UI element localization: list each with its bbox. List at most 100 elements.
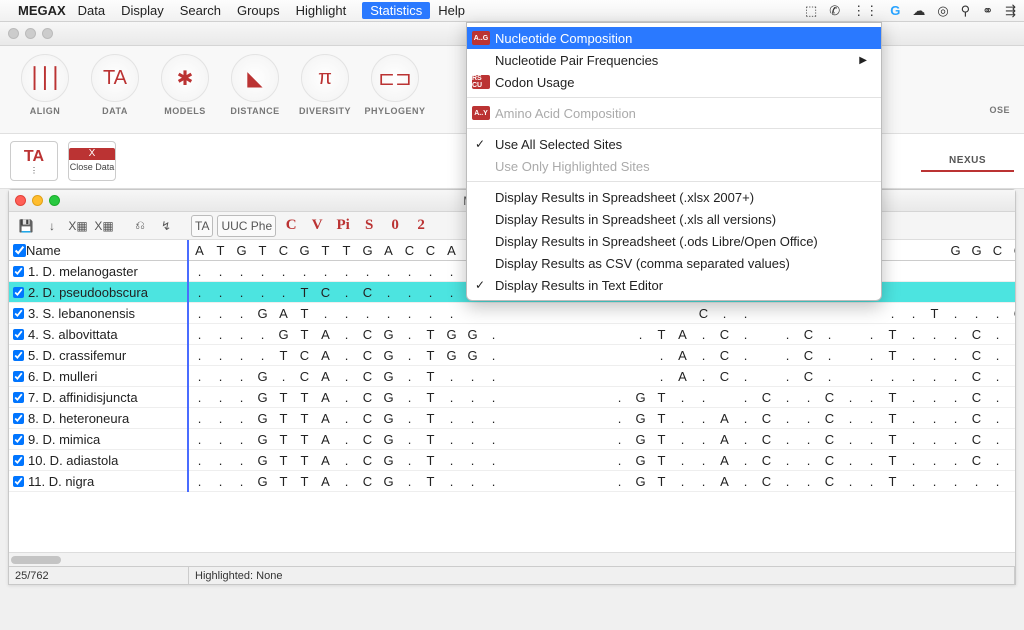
seq-toolbar-btn[interactable]: X▦: [67, 215, 89, 237]
seq-cell[interactable]: .: [336, 369, 357, 384]
menu-item[interactable]: Display Results in Spreadsheet (.xlsx 20…: [467, 186, 881, 208]
menu-item[interactable]: ✓Use All Selected Sites: [467, 133, 881, 155]
menu-data[interactable]: Data: [78, 3, 105, 18]
seq-cell[interactable]: G: [462, 348, 483, 363]
seq-toolbar-btn[interactable]: X▦: [93, 215, 115, 237]
seq-cell[interactable]: .: [336, 327, 357, 342]
seq-cell[interactable]: A: [315, 369, 336, 384]
seq-toolbar-btn[interactable]: 💾: [15, 215, 37, 237]
seq-cell[interactable]: T: [651, 453, 672, 468]
seq-cell[interactable]: T: [336, 243, 357, 258]
seq-cell[interactable]: G: [378, 474, 399, 489]
seq-cell[interactable]: .: [945, 369, 966, 384]
ta-pill-button[interactable]: TA ⋮: [10, 141, 58, 181]
taxon-checkbox[interactable]: [13, 308, 24, 319]
seq-cell[interactable]: A: [315, 327, 336, 342]
tool-diversity[interactable]: πDIVERSITY: [290, 54, 360, 116]
seq-cell[interactable]: C: [756, 432, 777, 447]
taxon-row[interactable]: 1. D. melanogaster: [9, 261, 187, 282]
seq-cell[interactable]: .: [210, 369, 231, 384]
seq-cell[interactable]: .: [483, 348, 504, 363]
scrollbar-thumb[interactable]: [11, 556, 61, 564]
seq-cell[interactable]: .: [189, 306, 210, 321]
seq-cell[interactable]: T: [420, 432, 441, 447]
seq-cell[interactable]: C: [819, 432, 840, 447]
seq-cell[interactable]: .: [399, 264, 420, 279]
seq-cell[interactable]: .: [441, 390, 462, 405]
seq-cell[interactable]: T: [924, 306, 945, 321]
seq-cell[interactable]: A: [672, 327, 693, 342]
seq-cell[interactable]: .: [399, 453, 420, 468]
seq-cell[interactable]: .: [903, 453, 924, 468]
seq-cell[interactable]: C: [966, 390, 987, 405]
seq-cell[interactable]: .: [483, 474, 504, 489]
seq-cell[interactable]: .: [210, 474, 231, 489]
seq-cell[interactable]: G: [273, 327, 294, 342]
seq-cell[interactable]: .: [231, 369, 252, 384]
seq-cell[interactable]: T: [882, 453, 903, 468]
seq-cell[interactable]: A: [714, 411, 735, 426]
seq-cell[interactable]: G: [378, 411, 399, 426]
seq-cell[interactable]: .: [987, 306, 1008, 321]
seq-cell[interactable]: .: [777, 474, 798, 489]
seq-cell[interactable]: T: [420, 327, 441, 342]
seq-cell[interactable]: G: [252, 411, 273, 426]
bars-icon[interactable]: ⋮⋮: [852, 3, 878, 19]
menu-display[interactable]: Display: [121, 3, 164, 18]
seq-cell[interactable]: G: [378, 453, 399, 468]
seq-cell[interactable]: .: [399, 411, 420, 426]
seq-cell[interactable]: T: [420, 411, 441, 426]
taxon-checkbox[interactable]: [13, 371, 24, 382]
seq-cell[interactable]: C: [714, 348, 735, 363]
tool-align[interactable]: ⎮⎮⎮ALIGN: [10, 54, 80, 116]
seq-cell[interactable]: .: [336, 432, 357, 447]
seq-cell[interactable]: .: [1008, 432, 1015, 447]
seq-cell[interactable]: .: [609, 474, 630, 489]
taxon-row[interactable]: 7. D. affinidisjuncta: [9, 387, 187, 408]
seq-cell[interactable]: .: [945, 306, 966, 321]
seq-cell[interactable]: G: [378, 348, 399, 363]
seq-cell[interactable]: T: [882, 432, 903, 447]
seq-cell[interactable]: T: [882, 327, 903, 342]
taxon-checkbox[interactable]: [13, 476, 24, 487]
seq-cell[interactable]: .: [693, 369, 714, 384]
seq-cell[interactable]: G: [252, 390, 273, 405]
horizontal-scrollbar[interactable]: [9, 552, 1015, 566]
seq-cell[interactable]: .: [777, 411, 798, 426]
seq-toolbar-btn[interactable]: 2: [410, 215, 432, 237]
seq-cell[interactable]: .: [189, 411, 210, 426]
seq-cell[interactable]: .: [483, 411, 504, 426]
seq-cell[interactable]: .: [966, 306, 987, 321]
seq-cell[interactable]: .: [609, 411, 630, 426]
seq-cell[interactable]: .: [945, 411, 966, 426]
seq-cell[interactable]: C: [819, 411, 840, 426]
seq-cell[interactable]: T: [882, 348, 903, 363]
menu-item[interactable]: Display Results in Spreadsheet (.ods Lib…: [467, 230, 881, 252]
seq-cell[interactable]: .: [189, 348, 210, 363]
taxon-checkbox[interactable]: [13, 413, 24, 424]
steelseries-icon[interactable]: ◎: [937, 3, 948, 19]
seq-cell[interactable]: T: [294, 285, 315, 300]
seq-cell[interactable]: C: [819, 390, 840, 405]
seq-cell[interactable]: .: [483, 432, 504, 447]
seq-cell[interactable]: C: [966, 348, 987, 363]
tool-phylogeny[interactable]: ⊏⊐PHYLOGENY: [360, 54, 430, 116]
seq-cell[interactable]: .: [399, 369, 420, 384]
seq-cell[interactable]: .: [945, 474, 966, 489]
seq-cell[interactable]: G: [462, 327, 483, 342]
seq-cell[interactable]: .: [798, 474, 819, 489]
seq-cell[interactable]: .: [210, 306, 231, 321]
seq-cell[interactable]: C: [357, 327, 378, 342]
menu-search[interactable]: Search: [180, 3, 221, 18]
seq-cell[interactable]: T: [294, 327, 315, 342]
seq-cell[interactable]: C: [273, 243, 294, 258]
seq-cell[interactable]: .: [798, 453, 819, 468]
seq-cell[interactable]: C: [1008, 306, 1015, 321]
seq-cell[interactable]: .: [1008, 348, 1015, 363]
seq-cell[interactable]: .: [903, 390, 924, 405]
seq-cell[interactable]: .: [441, 453, 462, 468]
menu-statistics[interactable]: Statistics: [362, 2, 430, 19]
taxon-row[interactable]: 8. D. heteroneura: [9, 408, 187, 429]
seq-cell[interactable]: T: [651, 411, 672, 426]
seq-cell[interactable]: .: [798, 411, 819, 426]
